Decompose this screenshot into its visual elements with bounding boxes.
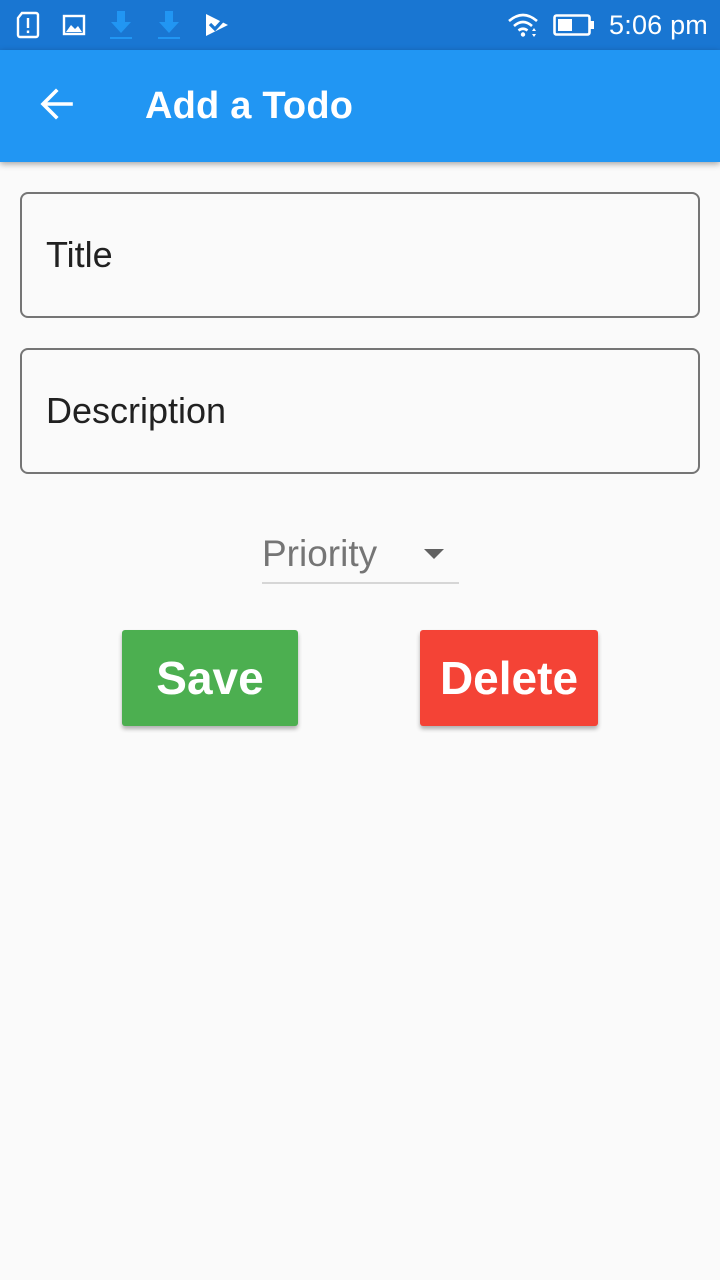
sim-alert-icon: [16, 11, 40, 39]
back-button[interactable]: [24, 78, 88, 134]
description-field: [20, 348, 700, 474]
dropdown-arrow-icon: [423, 548, 445, 560]
app-check-icon: [204, 12, 230, 38]
arrow-back-icon: [38, 86, 74, 127]
description-input[interactable]: [22, 350, 698, 472]
title-field: [20, 192, 700, 318]
app-bar: Add a Todo: [0, 50, 720, 162]
page-title: Add a Todo: [145, 84, 354, 127]
download-icon: [156, 9, 182, 41]
status-time: 5:06 pm: [609, 9, 708, 40]
wifi-icon: [507, 12, 539, 38]
priority-dropdown[interactable]: Priority: [262, 526, 459, 584]
download-icon: [108, 9, 134, 41]
save-button[interactable]: Save: [122, 630, 298, 726]
image-icon: [62, 13, 86, 37]
priority-label: Priority: [262, 533, 378, 574]
title-input[interactable]: [22, 194, 698, 316]
status-bar-notifications: [16, 9, 252, 41]
status-bar: 5:06 pm: [0, 0, 720, 50]
status-bar-system: 5:06 pm: [493, 10, 708, 41]
delete-button[interactable]: Delete: [420, 630, 598, 726]
battery-icon: [553, 13, 595, 37]
